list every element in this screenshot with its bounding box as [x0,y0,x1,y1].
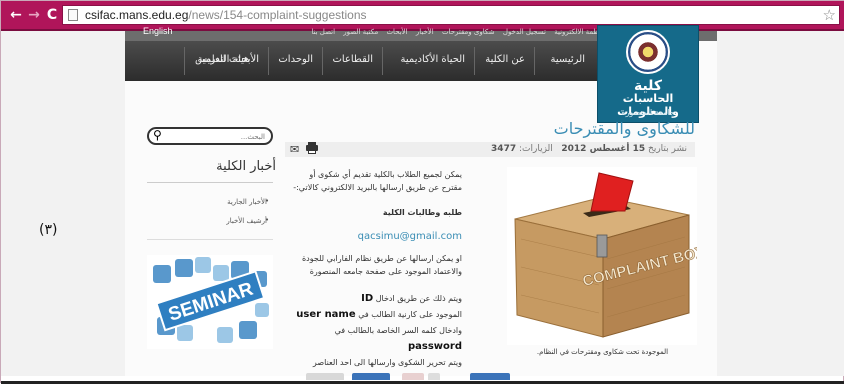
top-link[interactable]: اتصل بنا [311,28,335,36]
back-arrow-icon[interactable]: ← [8,6,24,24]
share-button[interactable] [470,373,510,380]
forward-arrow-icon[interactable]: → [26,6,42,24]
nav-divider [382,47,383,75]
news-link-archive[interactable]: أرشيف الأخبار [226,217,267,225]
figure-label: (٣) [39,222,58,238]
instruction-line: وادخال كلمه السر الخاصة بالطالب في passw… [334,326,462,352]
top-link[interactable]: شكاوى ومقترحات [442,28,495,36]
nav-academic-life[interactable]: الحياة الأكاديمية [401,54,465,65]
nav-sectors[interactable]: القطاعات [332,54,373,65]
search-box[interactable]: ⚲ [147,127,273,145]
article-meta-bar: نشر بتاريخ 15 أغسطس 2012 الزيارات: 3477 [285,142,695,157]
university-seal-icon [626,30,670,74]
meta-visits: 3477 [491,144,517,154]
screenshot-frame: ← → C csifac.mans.edu.eg/news/154-compla… [0,0,844,384]
divider [147,182,273,183]
instruction-line: ويتم ذلك عن طريق ادخال ID [361,293,462,304]
share-button[interactable] [428,373,440,380]
url-host: csifac.mans.edu.eg [85,8,189,22]
article-paragraph: يمكن لجميع الطلاب بالكلية تقديم أي شكوى … [293,170,462,192]
main-navbar: الرئيسية عن الكلية الحياة الأكاديمية الق… [125,41,597,81]
article-meta: نشر بتاريخ 15 أغسطس 2012 الزيارات: 3477 [491,144,687,154]
page-icon [68,9,78,21]
browser-toolbar: ← → C csifac.mans.edu.eg/news/154-compla… [1,1,844,29]
share-button[interactable] [402,373,424,380]
top-link[interactable]: الأبحاث [386,28,407,36]
email-icon[interactable]: ✉ [290,143,299,156]
nav-divider [268,47,269,75]
print-icon[interactable] [306,142,318,154]
reload-icon[interactable]: C [44,6,60,24]
meta-date-label: نشر بتاريخ [648,144,687,154]
nav-divider [534,47,535,75]
instruction-line: ويتم تحرير الشكوى وارسالها الى احد العنا… [312,358,462,367]
nav-units[interactable]: الوحدات [278,54,313,65]
search-input[interactable] [173,131,265,143]
article-instructions: ويتم ذلك عن طريق ادخال ID الموجود على كا… [287,291,462,371]
nav-home[interactable]: الرئيسية [551,54,585,65]
nav-about[interactable]: عن الكلية [485,54,525,65]
article-email-link[interactable]: qacsimu@gmail.com [287,230,462,243]
logo-line-university: جامعة المنصورة [621,108,675,117]
nav-divider [474,47,475,75]
page-viewport: (٣) English الأنظمة الالكترونية تسجيل ال… [1,25,844,376]
nav-faculty[interactable]: هيئة التدريس [195,54,249,65]
top-links: الأنظمة الالكترونية تسجيل الدخول شكاوى و… [305,28,607,36]
website: English الأنظمة الالكترونية تسجيل الدخول… [125,25,717,376]
nav-divider [184,47,185,75]
meta-date: 15 أغسطس 2012 [561,144,646,154]
english-link[interactable]: English [143,26,173,36]
article-paragraph: او يمكن ارسالها عن طريق نظام الفارابي لل… [301,254,462,276]
divider [147,239,273,240]
college-logo[interactable]: كلية الحاسبات والمعلومات جامعة المنصورة [597,25,699,123]
share-button[interactable] [352,373,390,380]
url-text: csifac.mans.edu.eg/news/154-complaint-su… [85,8,367,22]
news-section-title: أخبار الكلية [216,159,276,174]
article-subheading: طلبه وطالبات الكلية [382,208,462,217]
top-link[interactable]: الأخبار [416,28,434,36]
news-link-current[interactable]: الأخبار الجارية [227,198,267,206]
url-path: /news/154-complaint-suggestions [188,8,367,22]
image-caption: الموجودة تحت شكاوى ومقترحات في النظام. [536,348,669,356]
meta-visits-label: الزيارات: [518,144,553,154]
address-bar[interactable]: csifac.mans.edu.eg/news/154-complaint-su… [62,5,840,25]
article-title: للشكاوى والمقترحات [553,119,695,138]
top-link[interactable]: مكتبة الصور [343,28,378,36]
seminar-banner[interactable]: SEMINAR [147,255,273,349]
complaint-box-image: COMPLAINT BOX [507,167,697,345]
instruction-line: الموجود على كارنية الطالب في user name [296,309,462,320]
search-icon[interactable]: ⚲ [153,128,162,142]
top-link[interactable]: تسجيل الدخول [503,28,546,36]
share-button[interactable] [306,373,344,380]
nav-divider [322,47,323,75]
star-icon[interactable]: ☆ [823,6,836,24]
